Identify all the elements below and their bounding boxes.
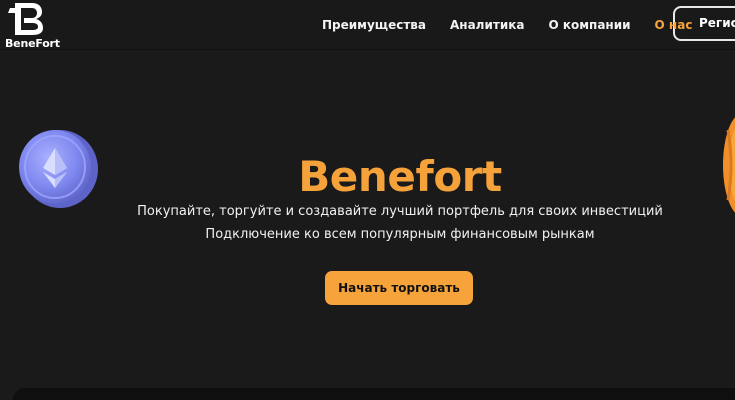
main-menu: Преимущества Аналитика О компании О нас	[322, 17, 692, 33]
hero-description-line-1: Покупайте, торгуйте и создавайте лучший …	[137, 204, 663, 219]
brand-logo[interactable]: BeneFort	[4, 1, 60, 50]
landing-page: BeneFort Преимущества Аналитика О компан…	[0, 0, 735, 400]
nav-company[interactable]: О компании	[548, 18, 630, 32]
benefort-logo-icon	[8, 3, 43, 35]
start-trading-button[interactable]: Начать торговать	[325, 271, 473, 305]
bottom-panel	[13, 388, 735, 400]
nav-advantages[interactable]: Преимущества	[322, 18, 426, 32]
top-navigation-bar: BeneFort Преимущества Аналитика О компан…	[0, 0, 735, 50]
hero-title: Benefort	[298, 152, 502, 202]
brand-name: BeneFort	[5, 37, 60, 50]
nav-analytics[interactable]: Аналитика	[450, 18, 524, 32]
nav-about-us[interactable]: О нас	[655, 18, 693, 32]
hero-description-line-2: Подключение ко всем популярным финансовы…	[205, 227, 595, 242]
